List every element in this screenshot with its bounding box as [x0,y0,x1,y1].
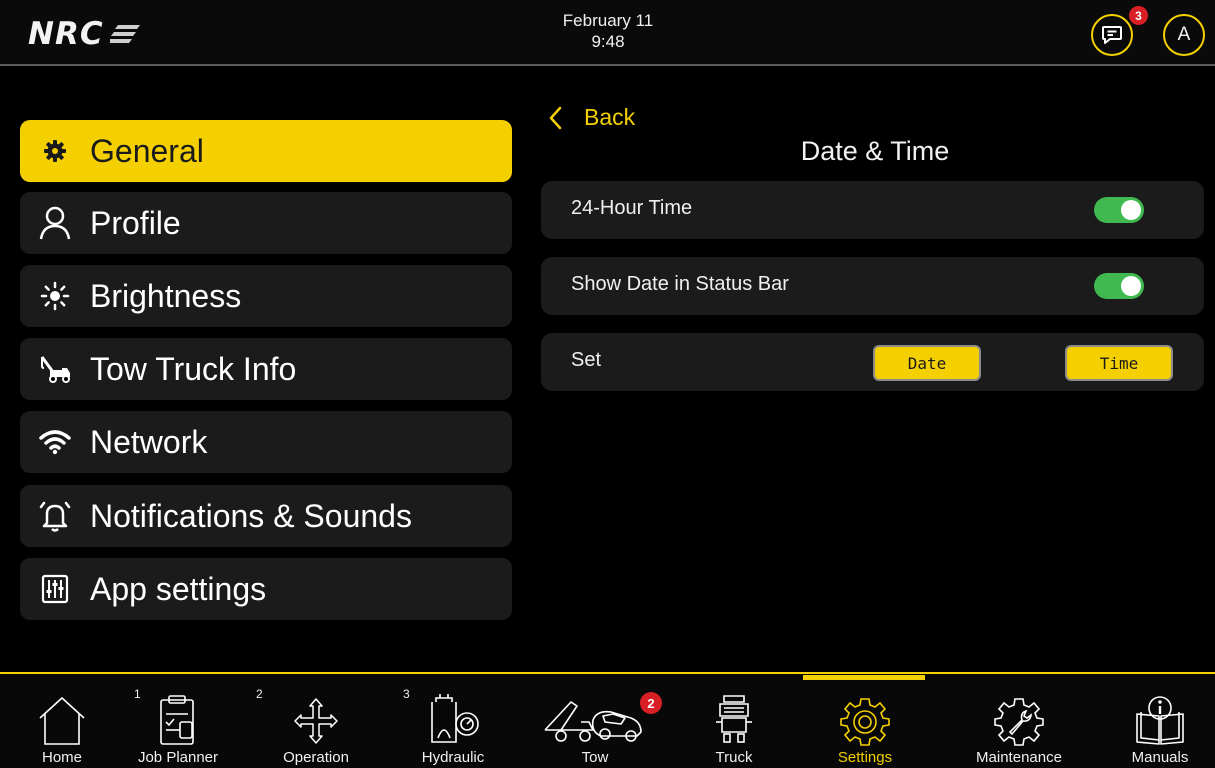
sidebar-item-tow-truck-info[interactable]: Tow Truck Info [20,338,512,400]
bell-icon [20,499,90,533]
page-title: Date & Time [800,136,950,166]
nav-manuals[interactable]: Manuals [1120,688,1200,768]
status-bar: NRC February 11 9:48 3 A [0,0,1215,66]
tow-badge: 2 [640,692,662,714]
sidebar-item-label: General [90,132,204,169]
nav-label: Home [41,749,82,766]
nav-tow[interactable]: Tow [540,688,650,768]
tow-icon [541,688,649,746]
settings-gear-icon [840,688,890,746]
sidebar-item-label: Network [90,423,208,460]
set-time-button[interactable]: Time [1065,345,1173,381]
chevron-left-icon [549,106,562,129]
active-tab-indicator [803,675,925,680]
setting-row-show-date: Show Date in Status Bar [541,257,1204,315]
nav-job-planner[interactable]: Job Planner [130,688,226,768]
hydraulic-icon [426,688,480,746]
nav-number: 3 [403,687,410,701]
tow-truck-icon [20,354,90,384]
move-arrows-icon [294,688,338,746]
setting-label: Set [571,349,602,371]
home-icon [36,688,88,746]
sidebar-item-brightness[interactable]: Brightness [20,265,512,327]
wrench-gear-icon [994,688,1044,746]
set-date-button[interactable]: Date [873,345,981,381]
sidebar-item-label: Tow Truck Info [90,350,297,387]
show-date-toggle[interactable] [1094,273,1144,299]
sidebar-item-label: Brightness [90,277,242,314]
setting-row-24-hour-time: 24-Hour Time [541,181,1204,239]
setting-row-set: Set Date Time [541,333,1204,391]
messages-button[interactable] [1091,14,1133,56]
nav-hydraulic[interactable]: Hydraulic [410,688,496,768]
nav-operation[interactable]: Operation [268,688,364,768]
nav-label: Manuals [1131,749,1189,766]
chat-icon [1102,26,1122,44]
nrc-logo: NRC [28,14,140,54]
sidebar-item-label: App settings [90,570,267,607]
nav-label: Truck [715,749,753,766]
back-label: Back [584,104,636,130]
status-clock: February 11 9:48 [540,10,676,52]
sidebar-item-general[interactable]: General [20,120,512,182]
wifi-icon [20,429,90,455]
user-avatar[interactable]: A [1163,14,1205,56]
nav-settings[interactable]: Settings [823,688,907,768]
24-hour-time-toggle[interactable] [1094,197,1144,223]
sidebar-item-notifications-sounds[interactable]: Notifications & Sounds [20,485,512,547]
nav-label: Settings [837,749,893,766]
logo-text: NRC [28,16,104,52]
sidebar-item-app-settings[interactable]: App settings [20,558,512,620]
setting-label: Show Date in Status Bar [571,273,789,295]
nav-label: Operation [283,749,349,766]
gear-icon [20,139,90,163]
nav-truck[interactable]: Truck [699,688,769,768]
manual-icon [1135,688,1185,746]
logo-stripes-icon [109,25,140,43]
person-icon [20,206,90,240]
clipboard-icon [158,688,198,746]
status-date: February 11 [562,11,654,30]
nav-label: Maintenance [976,749,1062,766]
sidebar-item-label: Notifications & Sounds [90,497,412,534]
nav-home[interactable]: Home [32,688,92,768]
nav-label: Tow [581,749,609,766]
back-button[interactable]: Back [548,104,635,131]
sidebar-item-label: Profile [90,204,181,241]
setting-label: 24-Hour Time [571,197,693,219]
status-time: 9:48 [591,32,625,51]
sidebar-item-profile[interactable]: Profile [20,192,512,254]
nav-label: Job Planner [137,749,219,766]
toggle-knob [1121,276,1141,296]
nav-number: 2 [256,687,263,701]
sliders-icon [20,574,90,604]
nav-label: Hydraulic [421,749,485,766]
truck-icon [714,688,754,746]
nav-maintenance[interactable]: Maintenance [966,688,1072,768]
sidebar-item-network[interactable]: Network [20,411,512,473]
sun-icon [20,281,90,311]
messages-badge: 3 [1129,6,1148,25]
toggle-knob [1121,200,1141,220]
